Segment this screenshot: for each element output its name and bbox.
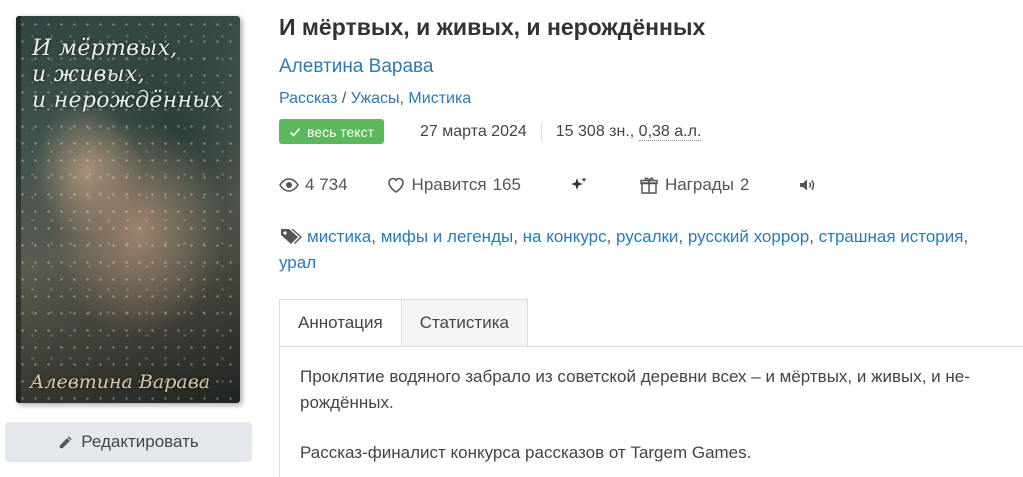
gift-icon [640, 177, 658, 194]
tag-link[interactable]: русский хоррор [688, 227, 809, 246]
genre-type-link[interactable]: Рассказ [279, 90, 337, 107]
text-size-al[interactable]: 0,38 а.л. [638, 122, 702, 141]
audio-button[interactable] [797, 175, 817, 195]
check-icon [289, 127, 301, 137]
views-count: 4 734 [305, 175, 348, 194]
likes-count: 165 [492, 175, 521, 194]
tag-link[interactable]: русалки [616, 227, 678, 246]
tab-annotation[interactable]: Аннотация [279, 299, 402, 347]
tags-icon [281, 229, 302, 244]
tag-link[interactable]: мистика [307, 227, 371, 246]
tab-statistics[interactable]: Статистика [401, 299, 528, 347]
likes-label: Нравится [411, 175, 487, 194]
sparkles-button[interactable] [569, 175, 589, 195]
sparkles-icon [570, 177, 587, 190]
tags-list: мистика, мифы и легенды, на конкурс, рус… [279, 227, 969, 272]
cover-spine [16, 16, 21, 403]
eye-icon [279, 178, 299, 192]
cover-title: И мёртвых, и живых, и нерождённых [32, 36, 224, 113]
awards-button[interactable]: Награды 2 [639, 175, 749, 195]
genre-link-horror[interactable]: Ужасы [351, 90, 400, 107]
text-size-chars: 15 308 зн., [555, 122, 639, 140]
views-stat: 4 734 [279, 175, 348, 195]
content-tabs: Аннотация Статистика [279, 299, 528, 347]
awards-count: 2 [739, 175, 750, 194]
speaker-icon [800, 179, 815, 191]
genre-breadcrumb: Рассказ / Ужасы, Мистика [279, 90, 471, 108]
meta-row: весь текст 27 марта 2024 15 308 зн., 0,3… [279, 119, 715, 144]
annotation-paragraph: Рассказ-финалист конкурса рассказов от T… [300, 443, 752, 462]
full-text-badge: весь текст [279, 119, 384, 144]
tag-link[interactable]: на конкурс [523, 227, 607, 246]
annotation-panel: Проклятие водяного забрало из советской … [279, 347, 1023, 477]
tag-link[interactable]: страшная история [819, 227, 964, 246]
stats-row: 4 734 Нравится 165 Награды 2 [279, 172, 817, 198]
tag-link[interactable]: мифы и легенды [381, 227, 514, 246]
like-button[interactable]: Нравится 165 [386, 175, 521, 195]
pencil-icon [60, 435, 72, 448]
author-link[interactable]: Алевтина Варава [279, 56, 433, 78]
annotation-paragraph: Проклятие водяного забрало из советской … [300, 367, 970, 412]
genre-link-mystic[interactable]: Мистика [408, 90, 471, 107]
cover-author: Алевтина Варава [30, 371, 211, 393]
book-cover[interactable]: И мёртвых, и живых, и нерождённых Алевти… [16, 16, 240, 403]
heart-icon [387, 177, 404, 193]
tag-link[interactable]: урал [279, 253, 316, 272]
text-size: 15 308 зн., 0,38 а.л. [540, 122, 716, 141]
edit-button-label: Редактировать [81, 432, 199, 451]
publish-date: 27 марта 2024 [420, 122, 527, 140]
full-text-badge-label: весь текст [307, 123, 374, 140]
awards-label: Награды [664, 175, 734, 194]
book-title: И мёртвых, и живых, и нерождённых [279, 14, 706, 40]
genre-separator: / [337, 90, 351, 107]
edit-button[interactable]: Редактировать [5, 422, 252, 462]
